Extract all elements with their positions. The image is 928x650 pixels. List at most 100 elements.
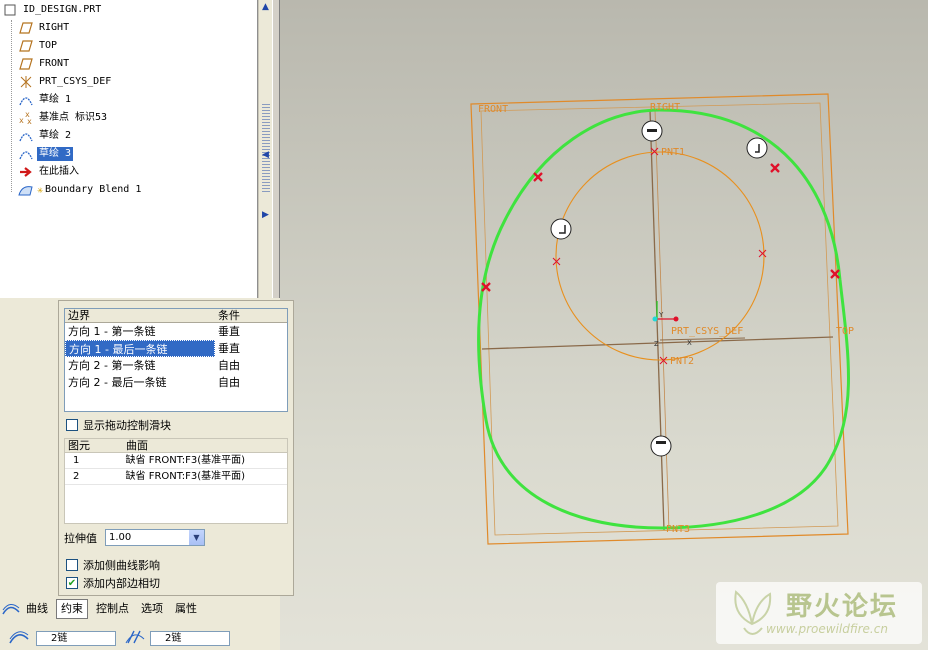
csys-x-end xyxy=(673,316,679,322)
tab-curves[interactable]: 曲线 xyxy=(22,600,52,618)
tree-item-top[interactable]: TOP xyxy=(18,37,59,55)
model-canvas: FRONT RIGHT TOP PRT_CSYS_DEF PNT1 PNT2 P… xyxy=(470,93,854,545)
sketch-icon xyxy=(18,128,34,144)
header-boundary: 边界 xyxy=(68,309,90,322)
tree-item-datum-point[interactable]: xxx 基准点 标识53 xyxy=(18,109,109,127)
tab-options[interactable]: 选项 xyxy=(137,600,167,618)
dashboard-tabs: 曲线 约束 控制点 选项 属性 xyxy=(0,598,300,620)
collapse-arrow-icon[interactable]: ◀ xyxy=(262,150,269,160)
datum-plane-icon xyxy=(18,56,34,72)
csys-icon xyxy=(18,74,34,90)
header-surface: 曲面 xyxy=(126,439,148,452)
front-plane-label: FRONT xyxy=(478,104,508,115)
boundary-conditions-table: 边界 条件 方向 1 - 第一条链 垂直 方向 1 - 最后一条链 垂直 方向 … xyxy=(64,308,288,412)
table-row[interactable]: 方向 2 - 第一条链 自由 xyxy=(65,357,287,374)
tab-properties[interactable]: 属性 xyxy=(171,600,201,618)
header-element: 图元 xyxy=(68,439,90,452)
sketch-icon xyxy=(18,146,34,162)
tree-guide-line xyxy=(11,20,12,192)
tree-item-part[interactable]: ID_DESIGN.PRT xyxy=(2,1,103,19)
table-row[interactable]: 方向 1 - 第一条链 垂直 xyxy=(65,323,287,340)
tab-constraints[interactable]: 约束 xyxy=(56,599,88,619)
boundary-cell: 方向 2 - 第一条链 xyxy=(68,359,156,372)
surface-table: 图元 曲面 1 缺省 FRONT:F3(基准平面) 2 缺省 FRONT:F3(… xyxy=(64,438,288,524)
condition-cell[interactable]: 自由 xyxy=(215,357,285,374)
part-icon xyxy=(2,2,18,18)
tree-item-csys[interactable]: PRT_CSYS_DEF xyxy=(18,73,113,91)
checkbox-box[interactable] xyxy=(66,419,78,431)
datum-plane-icon xyxy=(18,38,34,54)
tree-item-insert-here[interactable]: 在此插入 xyxy=(18,163,81,181)
tree-item-sketch-2[interactable]: 草绘 2 xyxy=(18,127,73,145)
tension-value: 1.00 xyxy=(109,532,132,543)
tab-control-points[interactable]: 控制点 xyxy=(92,600,133,618)
right-plane-label: RIGHT xyxy=(650,102,680,113)
boundary-cell: 方向 2 - 最后一条链 xyxy=(68,376,167,389)
watermark-title: 野火论坛 xyxy=(786,592,899,622)
direction2-collector[interactable]: 2链 xyxy=(150,631,230,646)
table-header: 图元 曲面 xyxy=(65,439,287,453)
element-cell: 1 xyxy=(73,455,80,466)
model-tree: ID_DESIGN.PRT RIGHT TOP FRONT PRT_CSYS_D… xyxy=(0,0,258,298)
tree-item-sketch-1[interactable]: 草绘 1 xyxy=(18,91,73,109)
csys-label: PRT_CSYS_DEF xyxy=(671,326,743,337)
chevron-down-icon[interactable]: ▼ xyxy=(189,530,204,545)
tree-item-sketch-3[interactable]: 草绘 3 xyxy=(18,145,74,163)
scroll-up-icon[interactable]: ▲ xyxy=(262,2,269,12)
tension-label: 拉伸值 xyxy=(64,532,97,545)
tree-item-boundary-blend[interactable]: ✳ Boundary Blend 1 xyxy=(18,181,143,199)
direction1-icon xyxy=(8,629,30,648)
direction1-collector[interactable]: 2链 xyxy=(36,631,116,646)
checkbox-label: 添加侧曲线影响 xyxy=(83,559,160,572)
pnt2-label: PNT2 xyxy=(670,356,694,367)
expand-arrow-icon[interactable]: ▶ xyxy=(262,210,269,220)
boundary-cell: 方向 1 - 第一条链 xyxy=(68,325,156,338)
direction1-value: 2链 xyxy=(51,633,68,644)
svg-text:x: x xyxy=(27,117,32,125)
drag-handles xyxy=(550,120,768,457)
csys-leader xyxy=(659,337,746,341)
add-inner-edge-tangency-checkbox[interactable]: ✔ 添加内部边相切 xyxy=(66,575,160,591)
datum-point-icon: xxx xyxy=(18,110,34,126)
direction2-icon xyxy=(124,629,146,648)
tension-dropdown[interactable]: 1.00 ▼ xyxy=(105,529,205,546)
direction2-value: 2链 xyxy=(165,633,182,644)
table-header: 边界 条件 xyxy=(65,309,287,323)
tree-item-right[interactable]: RIGHT xyxy=(18,19,71,37)
constraints-panel: 边界 条件 方向 1 - 第一条链 垂直 方向 1 - 最后一条链 垂直 方向 … xyxy=(58,300,294,596)
table-row[interactable]: 1 缺省 FRONT:F3(基准平面) xyxy=(65,453,287,469)
checkbox-box[interactable] xyxy=(66,559,78,571)
watermark: 野火论坛 www.proewildfire.cn xyxy=(716,582,922,644)
add-side-curve-influence-checkbox[interactable]: 添加侧曲线影响 xyxy=(66,557,160,573)
checkbox-box[interactable]: ✔ xyxy=(66,577,78,589)
table-row[interactable]: 方向 2 - 最后一条链 自由 xyxy=(65,374,287,391)
tree-scrollbar[interactable]: ▲ ◀ ▶ xyxy=(258,0,272,298)
condition-cell[interactable]: 垂直 xyxy=(215,340,285,357)
boundary-cell: 方向 1 - 最后一条链 xyxy=(65,340,215,357)
table-row[interactable]: 方向 1 - 最后一条链 垂直 xyxy=(65,340,287,357)
boundary-blend-icon xyxy=(18,182,34,198)
show-drag-handles-checkbox[interactable]: 显示拖动控制滑块 xyxy=(66,417,171,433)
surface-cell[interactable]: 缺省 FRONT:F3(基准平面) xyxy=(123,453,287,468)
tree-splitter[interactable] xyxy=(272,0,280,298)
surface-cell[interactable]: 缺省 FRONT:F3(基准平面) xyxy=(123,469,287,484)
datum-plane-icon xyxy=(18,20,34,36)
condition-cell[interactable]: 自由 xyxy=(215,374,285,391)
scrollbar-thumb[interactable] xyxy=(262,104,270,194)
condition-cell[interactable]: 垂直 xyxy=(215,323,285,340)
watermark-url: www.proewildfire.cn xyxy=(766,622,888,636)
graphics-viewport[interactable]: FRONT RIGHT TOP PRT_CSYS_DEF PNT1 PNT2 P… xyxy=(280,0,928,650)
axis-y-label: Y xyxy=(658,311,664,319)
axis-z-label: Z xyxy=(654,340,659,348)
table-row[interactable]: 2 缺省 FRONT:F3(基准平面) xyxy=(65,469,287,485)
csys-origin xyxy=(652,316,658,322)
curves-tab-icon xyxy=(0,602,22,616)
element-cell: 2 xyxy=(73,471,80,482)
axis-x-label: X xyxy=(687,339,692,347)
pnt3-label: PNT3 xyxy=(666,524,690,535)
header-condition: 条件 xyxy=(218,309,240,322)
insert-arrow-icon xyxy=(18,164,34,180)
checkbox-label: 添加内部边相切 xyxy=(83,577,160,590)
tree-item-front[interactable]: FRONT xyxy=(18,55,71,73)
sketch-icon xyxy=(18,92,34,108)
